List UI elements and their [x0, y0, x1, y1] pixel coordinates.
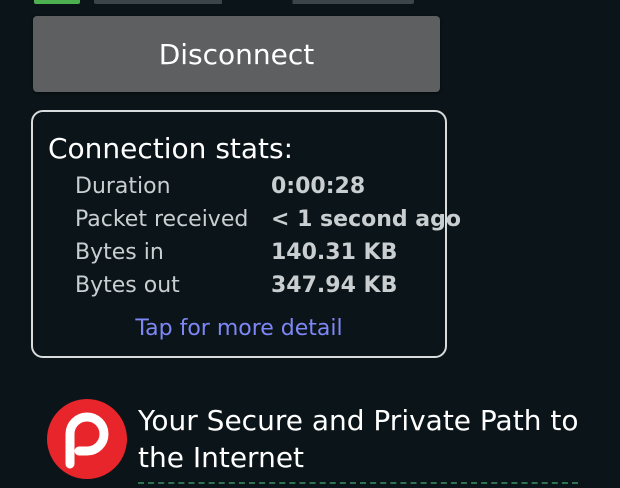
- disconnect-button[interactable]: Disconnect: [33, 16, 440, 92]
- status-indicator: [34, 0, 80, 4]
- brand-tagline: Your Secure and Private Path to the Inte…: [138, 404, 579, 474]
- path-logo-icon: [47, 399, 127, 479]
- connection-stats-panel: Connection stats: Duration 0:00:28 Packe…: [31, 110, 461, 358]
- stats-title: Connection stats:: [48, 132, 294, 165]
- stat-value: < 1 second ago: [271, 207, 462, 232]
- stat-row-bytes-out: Bytes out 347.94 KB: [33, 273, 445, 303]
- stat-value: 140.31 KB: [271, 240, 398, 265]
- status-text-cut-off: [94, 0, 414, 4]
- connection-status-row: [34, 0, 454, 6]
- stat-row-bytes-in: Bytes in 140.31 KB: [33, 240, 445, 270]
- more-detail-link[interactable]: Tap for more detail: [33, 316, 445, 341]
- stat-label: Packet received: [75, 207, 249, 232]
- stat-label: Bytes out: [75, 273, 180, 298]
- stat-label: Duration: [75, 174, 171, 199]
- stat-value: 347.94 KB: [271, 273, 398, 298]
- stat-row-duration: Duration 0:00:28: [33, 174, 445, 204]
- stat-value: 0:00:28: [271, 174, 366, 199]
- stat-label: Bytes in: [75, 240, 164, 265]
- vpn-status-screen: Disconnect Connection stats: Duration 0:…: [0, 0, 620, 488]
- cut-off-link: [138, 482, 578, 488]
- stat-row-packet-received: Packet received < 1 second ago: [33, 207, 461, 237]
